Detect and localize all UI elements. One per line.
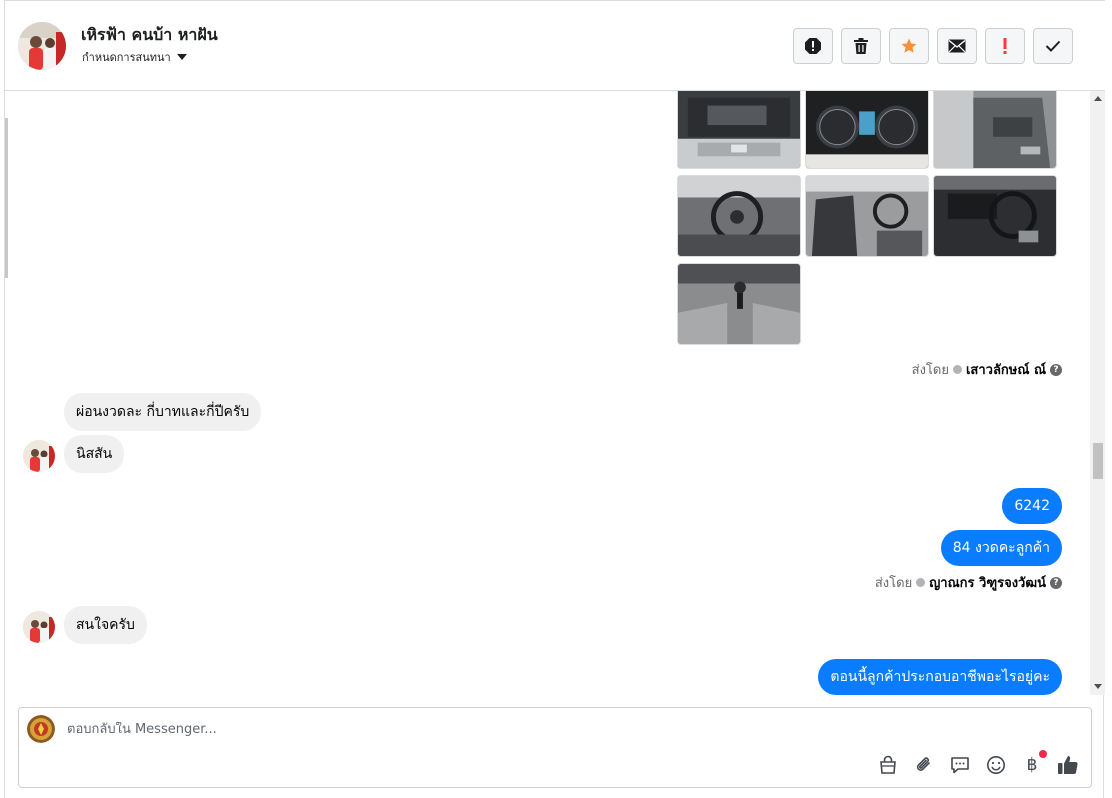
help-icon[interactable]: ? bbox=[1050, 576, 1062, 589]
payment-button[interactable]: ฿ bbox=[1021, 750, 1047, 776]
incoming-message[interactable]: ผ่อนงวดละ กี่บาทและกี่ปีครับ bbox=[64, 393, 262, 431]
scroll-up-arrow-icon[interactable] bbox=[1094, 96, 1102, 101]
reply-sender-line: ส่งโดย ญาณกร วิฑูรจงวัฒน์ ? bbox=[875, 572, 1062, 593]
scroll-thumb[interactable] bbox=[1093, 443, 1103, 479]
star-button[interactable] bbox=[889, 28, 929, 64]
sender-name[interactable]: ญาณกร วิฑูรจงวัฒน์ bbox=[929, 572, 1046, 593]
verified-dot-icon bbox=[952, 365, 962, 374]
schedule-label: กำหนดการสนทนา bbox=[82, 51, 171, 64]
paperclip-icon bbox=[916, 757, 930, 771]
emoji-icon bbox=[987, 756, 1005, 774]
contact-avatar-small[interactable] bbox=[23, 440, 55, 472]
reply-composer: ฿ bbox=[18, 707, 1092, 788]
shopping-bag-icon bbox=[880, 755, 896, 774]
mark-unread-button[interactable] bbox=[937, 28, 977, 64]
message-input[interactable] bbox=[67, 722, 667, 737]
thumbs-up-icon bbox=[1058, 756, 1078, 775]
car-photo-engine[interactable] bbox=[677, 91, 801, 169]
car-photo-console[interactable] bbox=[933, 175, 1057, 257]
schedule-dropdown[interactable]: กำหนดการสนทนา bbox=[82, 48, 187, 66]
incoming-message[interactable]: สนใจครับ bbox=[64, 606, 147, 644]
check-icon bbox=[1045, 40, 1061, 52]
exclamation-icon bbox=[1003, 38, 1007, 54]
composer-tools: ฿ bbox=[877, 750, 1079, 776]
car-photo-door[interactable] bbox=[933, 91, 1057, 169]
help-icon[interactable]: ? bbox=[1050, 363, 1062, 376]
car-photo-steering[interactable] bbox=[677, 175, 801, 257]
attach-button[interactable] bbox=[913, 754, 935, 776]
incoming-message[interactable]: นิสสัน bbox=[64, 435, 125, 473]
car-photo-seats[interactable] bbox=[805, 175, 929, 257]
sent-by-prefix: ส่งโดย bbox=[874, 576, 913, 591]
emoji-button[interactable] bbox=[985, 754, 1007, 776]
conversation-header: เหิรฟ้า คนบ้า หาฝัน กำหนดการสนทนา bbox=[5, 0, 1105, 91]
scroll-down-arrow-icon[interactable] bbox=[1094, 684, 1102, 689]
baht-icon: ฿ bbox=[1026, 755, 1038, 775]
contact-name[interactable]: เหิรฟ้า คนบ้า หาฝัน bbox=[81, 23, 218, 48]
verified-dot-icon bbox=[916, 578, 926, 587]
message-list[interactable]: ส่งโดย เสาวลักษณ์ ณ์ ? ผ่อนงวดละ กี่บาทแ… bbox=[5, 91, 1090, 695]
report-button[interactable] bbox=[793, 28, 833, 64]
delete-button[interactable] bbox=[841, 28, 881, 64]
contact-avatar-small[interactable] bbox=[23, 611, 55, 643]
chat-bubble-icon bbox=[951, 757, 969, 774]
car-photo-dashboard[interactable] bbox=[805, 91, 929, 169]
saved-replies-button[interactable] bbox=[949, 754, 971, 776]
report-icon bbox=[805, 38, 821, 54]
page-avatar bbox=[27, 715, 55, 743]
outgoing-message[interactable]: ตอนนี้ลูกค้าประกอบอาชีพอะไรอยู่คะ bbox=[818, 659, 1062, 695]
like-button[interactable] bbox=[1057, 754, 1079, 776]
sent-by-prefix: ส่งโดย bbox=[911, 363, 949, 378]
shop-button[interactable] bbox=[877, 754, 899, 776]
trash-icon bbox=[854, 38, 868, 54]
car-photo-gearshift[interactable] bbox=[677, 263, 801, 345]
notification-dot bbox=[1039, 750, 1047, 758]
message-scrollbar[interactable] bbox=[1090, 91, 1105, 695]
mail-icon bbox=[948, 39, 966, 53]
contact-avatar[interactable] bbox=[18, 22, 66, 70]
sender-name[interactable]: เสาวลักษณ์ ณ์ bbox=[966, 359, 1046, 380]
outgoing-message[interactable]: 6242 bbox=[1002, 488, 1062, 524]
mark-spam-button[interactable] bbox=[985, 28, 1025, 64]
photos-sender-line: ส่งโดย เสาวลักษณ์ ณ์ ? bbox=[912, 359, 1062, 380]
outgoing-message[interactable]: 84 งวดคะลูกค้า bbox=[940, 530, 1062, 566]
mark-done-button[interactable] bbox=[1033, 28, 1073, 64]
messenger-panel: เหิรฟ้า คนบ้า หาฝัน กำหนดการสนทนา ส่งโดย… bbox=[4, 0, 1105, 798]
star-icon bbox=[901, 38, 917, 53]
header-actions bbox=[793, 28, 1073, 64]
caret-down-icon bbox=[176, 54, 187, 60]
